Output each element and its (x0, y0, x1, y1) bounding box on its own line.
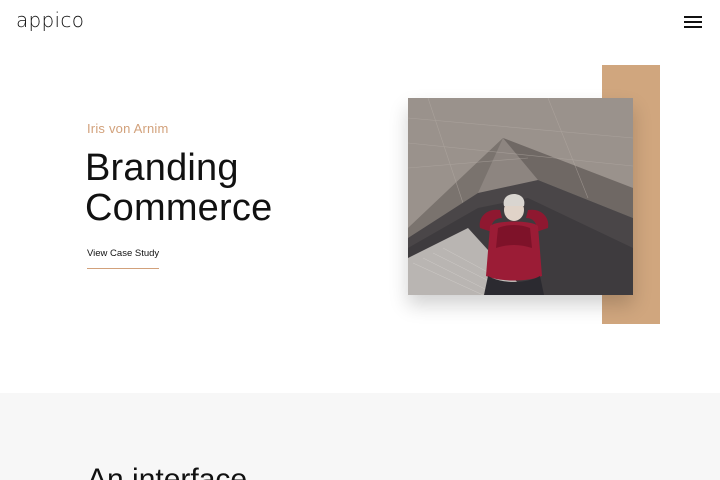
photo-illustration (408, 98, 633, 295)
site-header: appico (0, 0, 720, 44)
menu-line (684, 26, 702, 28)
hero-image[interactable] (408, 98, 633, 295)
menu-line (684, 21, 702, 23)
section-heading: An interface (87, 463, 248, 480)
view-case-study-link[interactable]: View Case Study (87, 248, 160, 269)
title-line-2: Commerce (85, 187, 273, 229)
project-title: Branding Commerce (85, 148, 272, 228)
client-name: Iris von Arnim (87, 121, 169, 136)
intro-section: An interface (0, 393, 720, 480)
hamburger-menu-icon[interactable] (684, 14, 702, 28)
menu-line (684, 16, 702, 18)
logo[interactable]: appico (16, 8, 84, 32)
title-line-1: Branding (85, 147, 239, 189)
hero-section: Iris von Arnim Branding Commerce View Ca… (0, 44, 720, 393)
